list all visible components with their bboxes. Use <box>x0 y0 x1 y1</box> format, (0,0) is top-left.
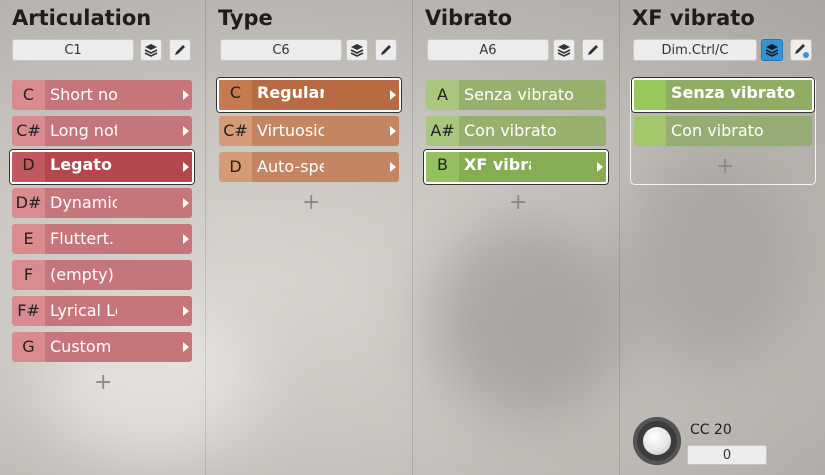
add-articulation-button[interactable]: + <box>94 372 112 394</box>
type-edit-button[interactable] <box>375 39 397 61</box>
item-label: Con vibrato <box>666 116 812 146</box>
item-label: Lyrical Legato <box>45 296 117 326</box>
xf-vibrato-item-selected[interactable]: Senza vibrato <box>632 78 814 112</box>
xf-vibrato-layers-button[interactable] <box>761 39 783 61</box>
item-label: Dynamics <box>45 188 117 218</box>
layers-icon <box>350 44 364 57</box>
note-label: D <box>219 152 252 182</box>
chevron-right-icon <box>117 332 192 362</box>
layers-icon <box>144 44 158 57</box>
articulation-item[interactable]: E Fluttert. & trills <box>12 224 192 254</box>
chevron-right-icon <box>117 80 192 110</box>
item-label: Regular legato <box>252 80 324 110</box>
item-label: Long notes <box>45 116 117 146</box>
articulation-item[interactable]: F# Lyrical Legato <box>12 296 192 326</box>
xf-vibrato-key-field[interactable]: Dim.Ctrl/C <box>633 39 757 61</box>
chevron-right-icon <box>117 116 192 146</box>
vibrato-layers-button[interactable] <box>553 39 575 61</box>
chevron-right-icon <box>117 152 192 182</box>
type-item[interactable]: C# Virtuosic legato <box>219 116 399 146</box>
item-label: (empty) <box>45 260 192 290</box>
articulation-item[interactable]: D# Dynamics <box>12 188 192 218</box>
type-column: Type C6 C Regular legato C# Virtuosic le… <box>206 0 413 475</box>
articulation-edit-button[interactable] <box>169 39 191 61</box>
type-item[interactable]: D Auto-speed <box>219 152 399 182</box>
note-label: C# <box>219 116 252 146</box>
pencil-icon <box>381 45 391 55</box>
item-label: Fluttert. & trills <box>45 224 117 254</box>
note-label: F# <box>12 296 45 326</box>
add-vibrato-button[interactable]: + <box>509 192 527 214</box>
type-key-field[interactable]: C6 <box>220 39 342 61</box>
type-layers-button[interactable] <box>346 39 368 61</box>
articulation-key-field[interactable]: C1 <box>12 39 134 61</box>
note-label: C <box>12 80 45 110</box>
vibrato-key-field[interactable]: A6 <box>427 39 549 61</box>
vibrato-column: Vibrato A6 A Senza vibrato A# Con vibrat… <box>413 0 620 475</box>
cc-value-field[interactable]: 0 <box>687 445 767 465</box>
item-label: Auto-speed <box>252 152 324 182</box>
cc-knob[interactable] <box>633 417 681 465</box>
item-label: XF vibrato <box>459 152 531 182</box>
articulation-layers-button[interactable] <box>140 39 162 61</box>
note-label: A# <box>426 116 459 146</box>
vibrato-item[interactable]: A Senza vibrato <box>426 80 606 110</box>
chevron-right-icon <box>117 188 192 218</box>
item-label: Virtuosic legato <box>252 116 324 146</box>
xf-vibrato-edit-button[interactable] <box>790 39 812 61</box>
note-label <box>634 116 666 146</box>
note-label: B <box>426 152 459 182</box>
note-label: F <box>12 260 45 290</box>
add-xf-vibrato-button[interactable]: + <box>716 156 734 178</box>
articulation-column: Articulation C1 C Short notes C# Long no… <box>0 0 206 475</box>
item-label: Short notes <box>45 80 117 110</box>
articulation-item[interactable]: F (empty) <box>12 260 192 290</box>
xf-vibrato-item[interactable]: Con vibrato <box>634 116 812 146</box>
articulation-title: Articulation <box>12 6 152 30</box>
chevron-right-icon <box>324 152 399 182</box>
chevron-right-icon <box>324 116 399 146</box>
chevron-right-icon <box>531 152 606 182</box>
note-label: C <box>219 80 252 110</box>
vibrato-edit-button[interactable] <box>582 39 604 61</box>
note-label: A <box>426 80 459 110</box>
item-label: Senza vibrato <box>666 80 812 110</box>
type-item-selected[interactable]: C Regular legato <box>217 78 401 112</box>
xf-vibrato-column: XF vibrato Dim.Ctrl/C <box>620 0 825 475</box>
pencil-icon <box>175 45 185 55</box>
type-title: Type <box>218 6 273 30</box>
pencil-icon <box>588 45 598 55</box>
note-label: E <box>12 224 45 254</box>
articulation-item-selected[interactable]: D Legato <box>10 150 194 184</box>
note-label <box>634 80 666 110</box>
cc-label: CC 20 <box>690 422 732 438</box>
layers-icon <box>765 44 779 57</box>
vibrato-title: Vibrato <box>425 6 513 30</box>
layers-icon <box>557 44 571 57</box>
vibrato-item-selected[interactable]: B XF vibrato <box>424 150 608 184</box>
note-label: G <box>12 332 45 362</box>
knob-cap <box>643 427 671 455</box>
chevron-right-icon <box>117 296 192 326</box>
note-label: D <box>12 152 45 182</box>
xf-vibrato-title: XF vibrato <box>632 6 755 30</box>
pencil-icon <box>795 44 809 58</box>
articulation-item[interactable]: C Short notes <box>12 80 192 110</box>
note-label: D# <box>12 188 45 218</box>
item-label: Con vibrato <box>459 116 606 146</box>
vibrato-item[interactable]: A# Con vibrato <box>426 116 606 146</box>
articulation-item[interactable]: G Custom <box>12 332 192 362</box>
chevron-right-icon <box>324 80 399 110</box>
chevron-right-icon <box>117 224 192 254</box>
item-label: Legato <box>45 152 117 182</box>
item-label: Custom <box>45 332 117 362</box>
item-label: Senza vibrato <box>459 80 606 110</box>
note-label: C# <box>12 116 45 146</box>
add-type-button[interactable]: + <box>302 192 320 214</box>
articulation-item[interactable]: C# Long notes <box>12 116 192 146</box>
